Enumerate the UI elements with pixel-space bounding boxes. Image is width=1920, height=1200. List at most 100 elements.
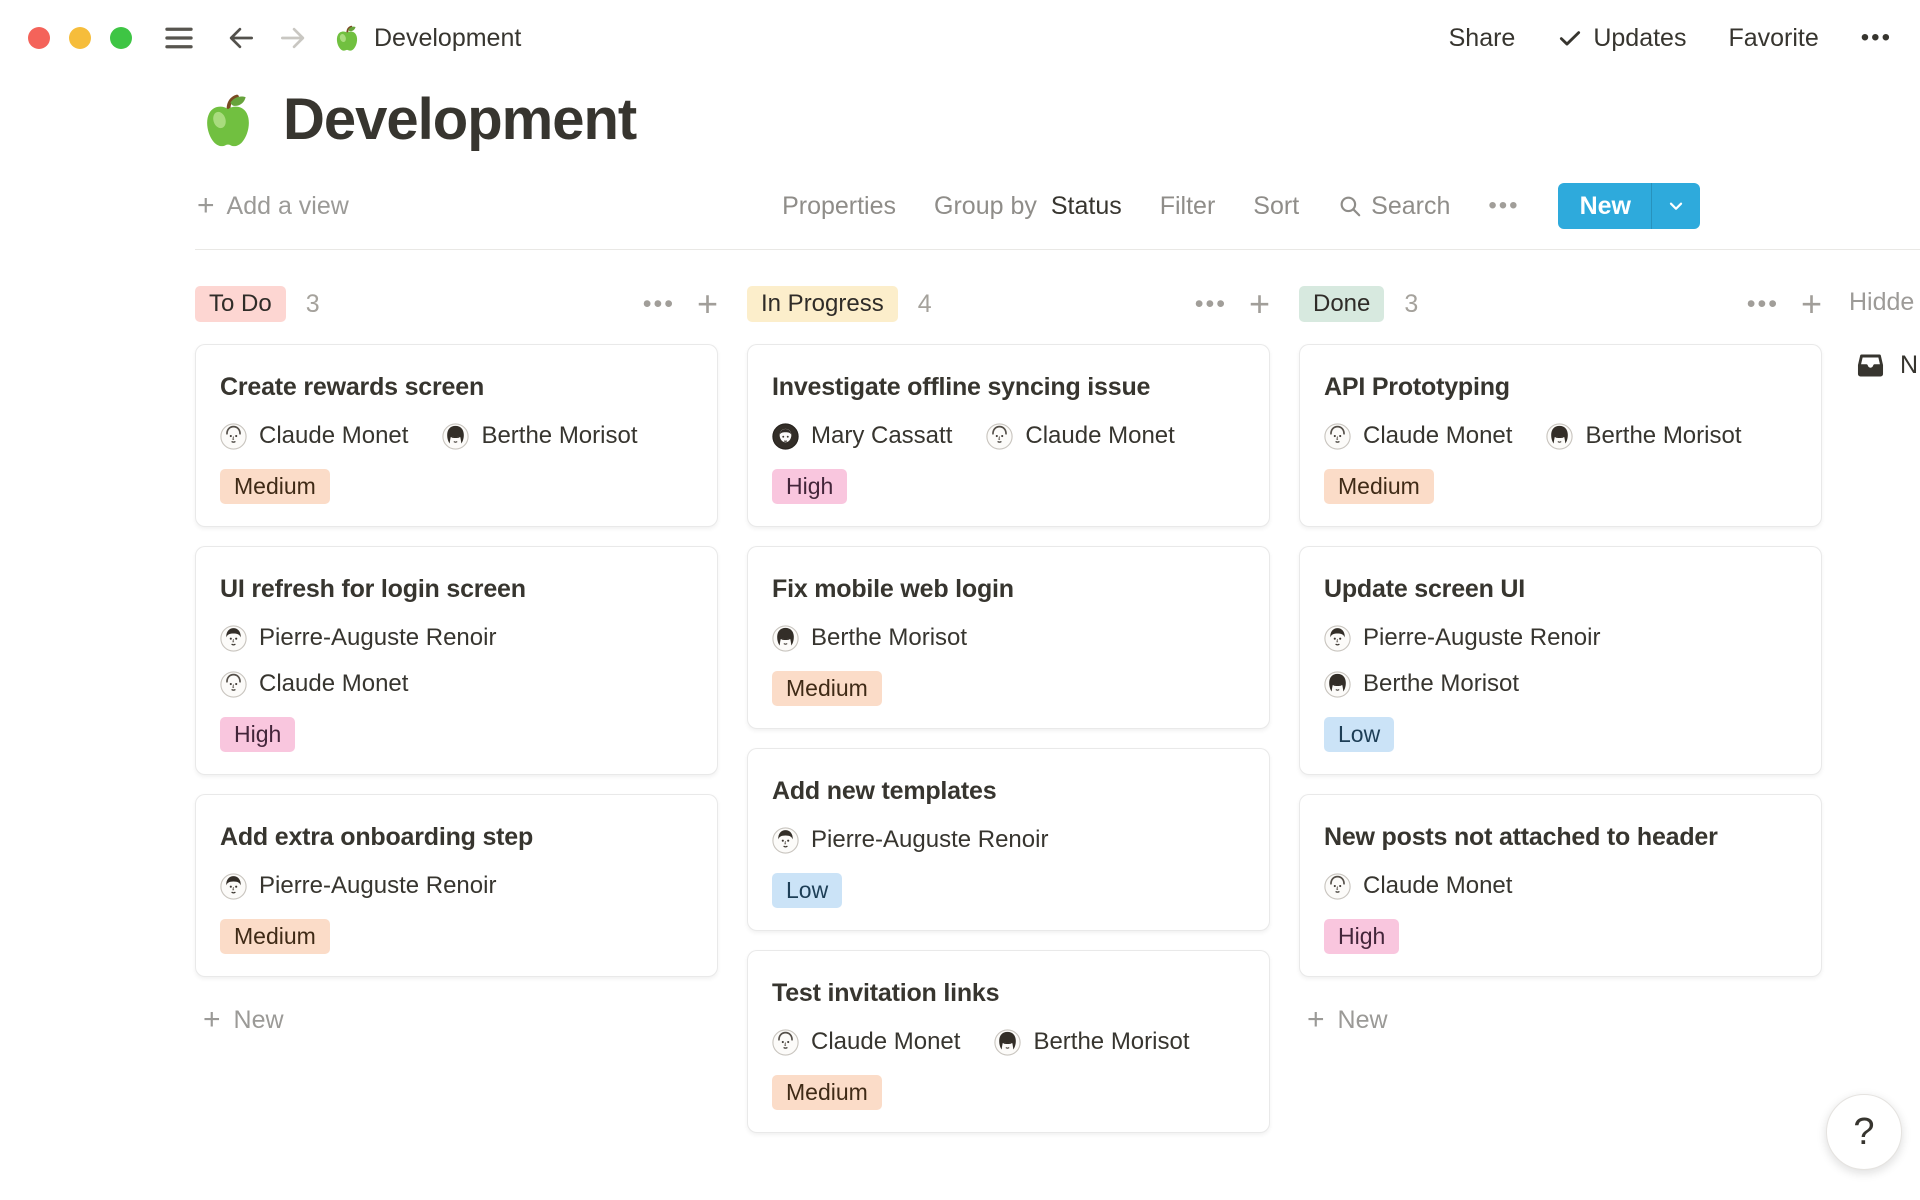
- assignee: Berthe Morisot: [994, 1028, 1189, 1056]
- plus-icon: +: [197, 191, 215, 221]
- column-count: 4: [918, 290, 932, 319]
- avatar-man-dark-icon: [772, 827, 799, 854]
- forward-button[interactable]: [276, 21, 310, 55]
- priority-badge: Low: [772, 873, 842, 908]
- column-new-button[interactable]: + New: [1299, 1005, 1822, 1035]
- page-header: Development: [0, 86, 1920, 153]
- column-to-do: To Do 3 ••• + Create rewards screen Clau…: [195, 284, 718, 1035]
- kanban-card[interactable]: Add new templates Pierre-Auguste Renoir …: [747, 748, 1270, 931]
- card-assignees: Pierre-Auguste Renoir Berthe Morisot: [1324, 624, 1797, 698]
- kanban-card[interactable]: Investigate offline syncing issue Mary C…: [747, 344, 1270, 527]
- column-status-badge[interactable]: To Do: [195, 286, 286, 322]
- card-assignees: Berthe Morisot: [772, 624, 1245, 652]
- window-minimize-button[interactable]: [69, 27, 91, 49]
- card-assignees: Claude Monet: [1324, 872, 1797, 900]
- hidden-group-row[interactable]: N: [1855, 350, 1918, 381]
- kanban-card[interactable]: UI refresh for login screen Pierre-Augus…: [195, 546, 718, 775]
- toolbar-actions: Properties Group byStatus Filter Sort Se…: [782, 183, 1700, 229]
- arrow-right-icon: [277, 22, 309, 54]
- view-toolbar: + Add a view Properties Group byStatus F…: [0, 181, 1920, 231]
- card-priority-row: Medium: [772, 671, 1245, 706]
- kanban-card[interactable]: Create rewards screen Claude Monet Berth…: [195, 344, 718, 527]
- assignee: Mary Cassatt: [772, 422, 952, 450]
- column-status-badge[interactable]: In Progress: [747, 286, 898, 322]
- toolbar-divider: [195, 249, 1920, 250]
- window-close-button[interactable]: [28, 27, 50, 49]
- new-dropdown-button[interactable]: [1651, 183, 1700, 229]
- card-title: Fix mobile web login: [772, 575, 1245, 604]
- card-priority-row: High: [220, 717, 693, 752]
- assignee-name: Claude Monet: [1363, 872, 1512, 900]
- column-more-icon[interactable]: •••: [1747, 290, 1779, 319]
- hidden-columns-rail[interactable]: Hidden: [1849, 288, 1915, 317]
- back-button[interactable]: [224, 21, 258, 55]
- toolbar-more-button[interactable]: •••: [1488, 192, 1519, 220]
- new-button[interactable]: New: [1558, 183, 1700, 229]
- avatar-woman-bob-icon: [772, 423, 799, 450]
- card-priority-row: Medium: [220, 919, 693, 954]
- column-header: In Progress 4 ••• +: [747, 284, 1270, 324]
- avatar-woman-dark-icon: [1546, 423, 1573, 450]
- column-add-card-icon[interactable]: +: [1249, 286, 1270, 322]
- avatar-man-light-icon: [220, 671, 247, 698]
- column-done: Done 3 ••• + API Prototyping Claude Mone…: [1299, 284, 1822, 1035]
- column-in-progress: In Progress 4 ••• + Investigate offline …: [747, 284, 1270, 1152]
- card-title: UI refresh for login screen: [220, 575, 693, 604]
- chevron-down-icon: [1665, 195, 1687, 217]
- kanban-card[interactable]: Update screen UI Pierre-Auguste Renoir B…: [1299, 546, 1822, 775]
- search-button[interactable]: Search: [1337, 192, 1450, 221]
- kanban-card[interactable]: Add extra onboarding step Pierre-Auguste…: [195, 794, 718, 977]
- assignee-name: Berthe Morisot: [811, 624, 967, 652]
- priority-badge: High: [1324, 919, 1399, 954]
- card-assignees: Pierre-Auguste Renoir: [220, 872, 693, 900]
- kanban-card[interactable]: Test invitation links Claude Monet Berth…: [747, 950, 1270, 1133]
- card-list: API Prototyping Claude Monet Berthe Mori…: [1299, 344, 1822, 977]
- column-add-card-icon[interactable]: +: [1801, 286, 1822, 322]
- assignee-name: Berthe Morisot: [1585, 422, 1741, 450]
- updates-button[interactable]: Updates: [1557, 24, 1686, 53]
- assignee-name: Claude Monet: [259, 422, 408, 450]
- column-header: Done 3 ••• +: [1299, 284, 1822, 324]
- avatar-man-light-icon: [1324, 423, 1351, 450]
- card-title: Update screen UI: [1324, 575, 1797, 604]
- page-icon-green-apple[interactable]: [197, 89, 259, 151]
- kanban-card[interactable]: Fix mobile web login Berthe Morisot Medi…: [747, 546, 1270, 729]
- add-view-button[interactable]: + Add a view: [197, 191, 349, 221]
- hidden-columns-label[interactable]: Hidden: [1849, 288, 1915, 317]
- filter-button[interactable]: Filter: [1160, 192, 1216, 221]
- green-apple-icon: [332, 23, 362, 53]
- properties-button[interactable]: Properties: [782, 192, 896, 221]
- column-status-badge[interactable]: Done: [1299, 286, 1384, 322]
- breadcrumb[interactable]: Development: [332, 23, 521, 53]
- avatar-man-dark-icon: [220, 873, 247, 900]
- avatar-woman-dark-icon: [772, 625, 799, 652]
- assignee: Claude Monet: [772, 1028, 960, 1056]
- group-by-button[interactable]: Group byStatus: [934, 192, 1122, 221]
- column-more-icon[interactable]: •••: [1195, 290, 1227, 319]
- column-count: 3: [306, 290, 320, 319]
- sidebar-menu-button[interactable]: [160, 19, 198, 57]
- assignee: Claude Monet: [1324, 422, 1512, 450]
- assignee-name: Mary Cassatt: [811, 422, 952, 450]
- page-title[interactable]: Development: [283, 86, 636, 153]
- column-more-icon[interactable]: •••: [643, 290, 675, 319]
- assignee: Pierre-Auguste Renoir: [220, 872, 496, 900]
- favorite-button[interactable]: Favorite: [1728, 24, 1818, 53]
- kanban-card[interactable]: API Prototyping Claude Monet Berthe Mori…: [1299, 344, 1822, 527]
- share-button[interactable]: Share: [1449, 24, 1516, 53]
- sort-button[interactable]: Sort: [1253, 192, 1299, 221]
- card-priority-row: High: [772, 469, 1245, 504]
- window-zoom-button[interactable]: [110, 27, 132, 49]
- history-nav: [224, 21, 310, 55]
- card-title: New posts not attached to header: [1324, 823, 1797, 852]
- avatar-woman-dark-icon: [1324, 671, 1351, 698]
- help-button[interactable]: ?: [1826, 1094, 1902, 1170]
- card-priority-row: Low: [772, 873, 1245, 908]
- plus-icon: +: [1307, 1005, 1325, 1035]
- board: Hidden N To Do 3 ••• + Create rewards sc…: [0, 284, 1920, 1152]
- column-new-button[interactable]: + New: [195, 1005, 718, 1035]
- kanban-card[interactable]: New posts not attached to header Claude …: [1299, 794, 1822, 977]
- column-add-card-icon[interactable]: +: [697, 286, 718, 322]
- card-priority-row: Medium: [1324, 469, 1797, 504]
- window-more-button[interactable]: •••: [1861, 24, 1892, 52]
